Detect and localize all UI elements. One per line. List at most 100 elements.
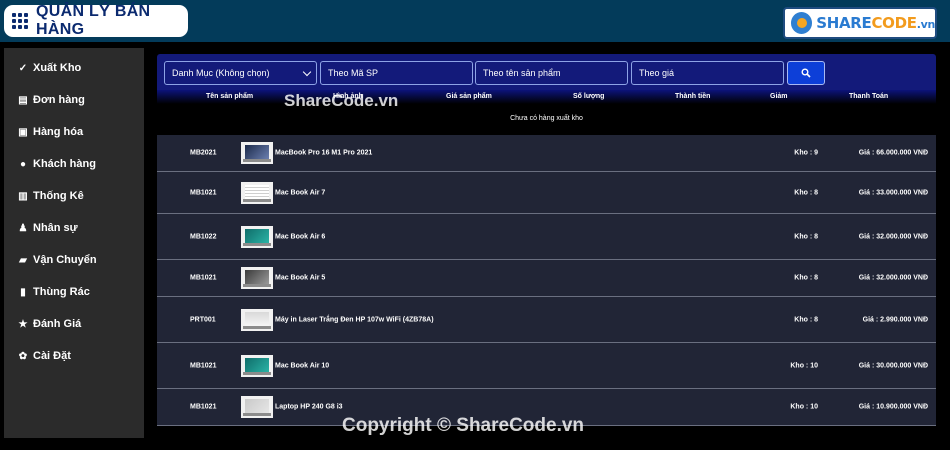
- sharecode-logo: SHARECODE.vn: [783, 7, 937, 39]
- col-discount: Giảm: [770, 93, 788, 100]
- sidebar-item-6[interactable]: ▰ Vận Chuyển: [4, 244, 144, 276]
- sidebar-item-7[interactable]: ▮ Thùng Rác: [4, 276, 144, 308]
- top-header: QUẢN LÝ BÁN HÀNG SHARECODE.vn: [0, 0, 950, 42]
- sidebar-item-label: Cài Đặt: [33, 350, 71, 362]
- trash-icon: ▮: [20, 286, 26, 298]
- truck-icon: ▰: [19, 254, 27, 266]
- sidebar: ✓ Xuất Kho ▤ Đơn hàng ▣ Hàng hóa ● Khách hàng ▥ T…: [4, 48, 144, 438]
- document-icon: ▤: [18, 94, 28, 106]
- sidebar-item-label: Xuất Kho: [33, 62, 82, 74]
- product-thumbnail: [241, 354, 273, 377]
- col-image: Hình ảnh: [333, 93, 363, 100]
- table-row[interactable]: MB1022 Mac Book Air 6 Kho : 8 Giá : 32.000.…: [157, 214, 936, 260]
- product-name: Mac Book Air 10: [275, 362, 330, 369]
- product-name: Mac Book Air 7: [275, 189, 326, 196]
- sidebar-item-3[interactable]: ● Khách hàng: [4, 148, 144, 180]
- product-price: Giá : 30.000.000 VNĐ: [858, 362, 928, 369]
- product-price: Giá : 10.900.000 VNĐ: [858, 403, 928, 411]
- sidebar-item-label: Vận Chuyển: [33, 254, 97, 266]
- category-select[interactable]: Danh Mục (Không chọn): [164, 61, 317, 85]
- app-brand[interactable]: QUẢN LÝ BÁN HÀNG: [4, 3, 188, 38]
- product-stock: Kho : 8: [794, 316, 818, 323]
- product-name: Mac Book Air 6: [275, 233, 326, 240]
- col-price: Giá sản phẩm: [446, 93, 492, 100]
- sidebar-item-9[interactable]: ✿ Cài Đặt: [4, 340, 144, 372]
- product-code: MB1021: [190, 189, 217, 196]
- product-price: Giá : 33.000.000 VNĐ: [858, 189, 928, 196]
- check-icon: ✓: [18, 62, 28, 74]
- product-stock: Kho : 10: [790, 362, 818, 369]
- table-row[interactable]: MB2021 MacBook Pro 16 M1 Pro 2021 Kho : 9 G…: [157, 135, 936, 172]
- sidebar-item-label: Thống Kê: [33, 190, 84, 202]
- product-thumbnail: [241, 225, 273, 248]
- search-by-price-input[interactable]: Theo giá: [631, 61, 784, 85]
- sidebar-item-5[interactable]: ♟ Nhân sự: [4, 212, 144, 244]
- product-list: MB2021 MacBook Pro 16 M1 Pro 2021 Kho : 9 G…: [157, 135, 936, 426]
- table-row[interactable]: PRT001 Máy in Laser Trắng Đen HP 107w WiF…: [157, 297, 936, 343]
- product-stock: Kho : 9: [794, 149, 818, 157]
- product-stock: Kho : 8: [794, 274, 818, 282]
- sidebar-item-label: Nhân sự: [33, 222, 78, 234]
- filter-bar: Danh Mục (Không chọn) Theo Mã SP Theo tê…: [157, 54, 936, 90]
- product-price: Giá : 32.000.000 VNĐ: [858, 233, 928, 240]
- users-icon: ♟: [18, 222, 28, 234]
- search-by-code-input[interactable]: Theo Mã SP: [320, 61, 473, 85]
- product-code: PRT001: [190, 316, 216, 323]
- app-title: QUẢN LÝ BÁN HÀNG: [36, 3, 151, 38]
- product-stock: Kho : 10: [790, 403, 818, 411]
- table-row[interactable]: MB1021 Laptop HP 240 G8 i3 Kho : 10 Giá : 1…: [157, 389, 936, 426]
- sidebar-item-label: Đánh Giá: [33, 318, 82, 330]
- product-name: Laptop HP 240 G8 i3: [275, 403, 343, 411]
- product-thumbnail: [241, 267, 273, 289]
- table-header: Tên sản phẩm Hình ảnh Giá sản phẩm Số lư…: [157, 90, 936, 104]
- product-name: Mac Book Air 5: [275, 274, 326, 282]
- chart-icon: ▥: [18, 190, 28, 202]
- product-name: Máy in Laser Trắng Đen HP 107w WiFi (4ZB…: [275, 316, 434, 323]
- main-content: Danh Mục (Không chọn) Theo Mã SP Theo tê…: [157, 54, 936, 450]
- product-price: Giá : 66.000.000 VNĐ: [858, 149, 928, 157]
- apps-grid-icon[interactable]: [12, 13, 28, 29]
- col-pay: Thanh Toán: [849, 93, 889, 100]
- star-icon: ★: [18, 318, 28, 330]
- sidebar-item-1[interactable]: ▤ Đơn hàng: [4, 84, 144, 116]
- search-button[interactable]: [787, 61, 825, 85]
- product-thumbnail: [241, 142, 273, 164]
- sharecode-logo-text: SHARECODE.vn: [816, 14, 935, 32]
- user-icon: ●: [19, 158, 27, 170]
- sidebar-item-label: Thùng Rác: [33, 286, 90, 298]
- col-total: Thành tiền: [675, 93, 711, 100]
- table-row[interactable]: MB1021 Mac Book Air 10 Kho : 10 Giá : 30.00…: [157, 343, 936, 389]
- product-price: Giá : 2.990.000 VNĐ: [862, 316, 928, 323]
- chevron-down-icon: [302, 67, 312, 76]
- product-code: MB1021: [190, 274, 217, 282]
- product-thumbnail: [241, 181, 273, 204]
- product-code: MB1021: [190, 362, 217, 369]
- product-name: MacBook Pro 16 M1 Pro 2021: [275, 149, 373, 157]
- search-icon: [801, 68, 811, 78]
- product-code: MB2021: [190, 149, 217, 157]
- category-select-value: Danh Mục (Không chọn): [172, 68, 270, 78]
- table-row[interactable]: MB1021 Mac Book Air 5 Kho : 8 Giá : 32.000.…: [157, 260, 936, 297]
- gear-icon: ✿: [18, 350, 28, 362]
- sidebar-item-label: Đơn hàng: [33, 94, 85, 106]
- product-code: MB1021: [190, 403, 217, 411]
- search-by-name-input[interactable]: Theo tên sản phẩm: [475, 61, 628, 85]
- sidebar-item-label: Khách hàng: [33, 158, 96, 170]
- product-price: Giá : 32.000.000 VNĐ: [858, 274, 928, 282]
- product-code: MB1022: [190, 233, 217, 240]
- product-stock: Kho : 8: [794, 233, 818, 240]
- product-stock: Kho : 8: [794, 189, 818, 196]
- product-thumbnail: [241, 396, 273, 418]
- empty-export-message: Chưa có hàng xuất kho: [510, 115, 583, 122]
- sidebar-item-4[interactable]: ▥ Thống Kê: [4, 180, 144, 212]
- sidebar-item-2[interactable]: ▣ Hàng hóa: [4, 116, 144, 148]
- archive-icon: ▣: [18, 126, 28, 138]
- product-thumbnail: [241, 308, 273, 331]
- sidebar-item-label: Hàng hóa: [33, 126, 84, 138]
- col-name: Tên sản phẩm: [206, 93, 254, 100]
- sidebar-item-8[interactable]: ★ Đánh Giá: [4, 308, 144, 340]
- sidebar-item-0[interactable]: ✓ Xuất Kho: [4, 52, 144, 84]
- sharecode-logo-icon: [791, 12, 813, 34]
- col-qty: Số lượng: [573, 93, 605, 100]
- table-row[interactable]: MB1021 Mac Book Air 7 Kho : 8 Giá : 33.000.…: [157, 172, 936, 214]
